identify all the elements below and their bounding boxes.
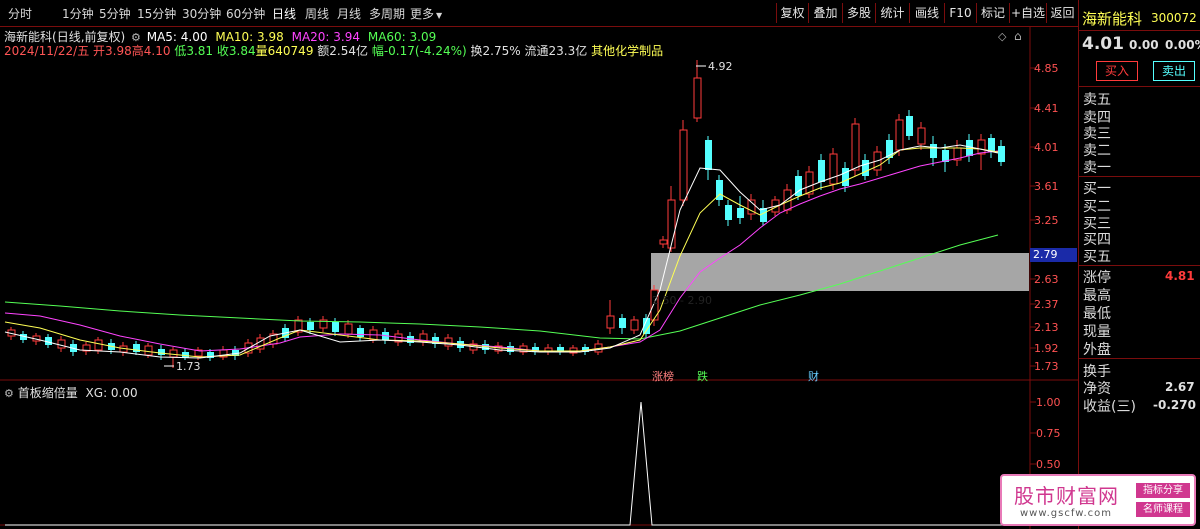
watermark-badge-course: 名师课程 — [1136, 502, 1190, 517]
price-tick: 1.73 — [1034, 360, 1059, 373]
watermark-logo: 股市财富网 www.gscfw.com 指标分享 名师课程 — [1000, 474, 1196, 526]
candle-body — [57, 339, 66, 349]
candle-body — [862, 160, 869, 176]
tag-fall[interactable]: 跌 — [697, 368, 708, 384]
candle-body — [307, 322, 314, 330]
net-asset-value: 2.67 — [1165, 380, 1195, 394]
candle-body — [169, 349, 178, 358]
candle-body — [842, 168, 849, 186]
indicator-tick: 1.00 — [1036, 396, 1061, 409]
zone-label: 2.50 - 2.90 — [652, 294, 712, 307]
candle-body — [705, 140, 712, 170]
candle-body — [917, 127, 926, 145]
price-tick: 1.92 — [1034, 342, 1059, 355]
buy-button[interactable]: 买入 — [1096, 61, 1138, 81]
ma10-line — [4, 147, 999, 358]
sell-button[interactable]: 卖出 — [1153, 61, 1195, 81]
price-zone-box — [651, 253, 1029, 291]
ma5-line — [4, 144, 999, 359]
candle-body — [998, 146, 1005, 162]
watermark-title: 股市财富网 — [1014, 484, 1119, 508]
kline-chart[interactable] — [0, 0, 1078, 529]
label-volume-now: 现量 — [1083, 324, 1111, 340]
price-tick: 3.25 — [1034, 214, 1059, 227]
indicator-tick: 0.50 — [1036, 458, 1061, 471]
candle-body — [818, 160, 825, 182]
candle-body — [630, 319, 639, 331]
bid-1: 买一 — [1083, 181, 1111, 197]
candle-body — [606, 315, 615, 329]
label-high: 最高 — [1083, 288, 1111, 304]
tag-finance[interactable]: 财 — [808, 368, 819, 384]
quote-percent: 0.00% — [1165, 38, 1200, 52]
candle-body — [725, 205, 732, 220]
ma20-line — [4, 150, 999, 352]
candle-body — [94, 339, 103, 351]
xg-signal-line — [5, 401, 1030, 526]
candle-body — [906, 116, 913, 136]
candle-body — [693, 77, 702, 119]
candle-body — [667, 199, 676, 249]
eps-value: -0.270 — [1153, 398, 1196, 412]
quote-stock-name: 海新能科 — [1082, 10, 1143, 28]
price-tick: 4.41 — [1034, 102, 1059, 115]
candle-body — [851, 123, 860, 171]
indicator-value: XG: 0.00 — [85, 386, 138, 400]
current-price-marker: 2.79 — [1030, 248, 1077, 262]
indicator-name[interactable]: 首板缩倍量 — [18, 386, 78, 400]
candle-body — [977, 139, 986, 155]
watermark-badge-share: 指标分享 — [1136, 483, 1190, 498]
candle-body — [144, 345, 153, 356]
price-tick: 4.85 — [1034, 62, 1059, 75]
price-tick: 2.63 — [1034, 273, 1059, 286]
candle-body — [619, 318, 626, 328]
label-eps: 收益(三) — [1083, 399, 1136, 415]
indicator-header: ⚙ 首板缩倍量 XG: 0.00 — [4, 384, 138, 401]
price-tick: 4.01 — [1034, 141, 1059, 154]
price-tick: 2.13 — [1034, 321, 1059, 334]
indicator-tick: 0.75 — [1036, 427, 1061, 440]
candlesticks — [7, 60, 1005, 368]
ask-5: 卖五 — [1083, 92, 1111, 108]
candle-body — [659, 239, 668, 245]
quote-panel: 海新能科 300072 4.01 0.00 0.00% 买入 卖出 卖五 卖四 … — [1078, 0, 1200, 529]
candle-body — [344, 323, 353, 335]
candle-body — [332, 322, 339, 332]
label-net-asset: 净资 — [1083, 381, 1111, 397]
candle-body — [737, 208, 744, 218]
candle-body — [158, 349, 165, 355]
quote-stock-code: 300072 — [1151, 11, 1197, 25]
indicator-settings-icon[interactable]: ⚙ — [4, 387, 14, 400]
tag-limit-list[interactable]: 涨榜 — [652, 368, 674, 384]
label-limit-up: 涨停 — [1083, 270, 1111, 286]
low-label: 1.73 — [176, 360, 201, 373]
ask-1: 卖一 — [1083, 160, 1111, 176]
limit-up-value: 4.81 — [1165, 269, 1195, 283]
label-outer: 外盘 — [1083, 342, 1111, 358]
candle-body — [829, 153, 838, 185]
peak-label: 4.92 — [708, 60, 733, 73]
candle-body — [357, 328, 364, 337]
candle-body — [895, 119, 904, 151]
price-tick: 3.61 — [1034, 180, 1059, 193]
label-low: 最低 — [1083, 306, 1111, 322]
candle-body — [679, 129, 688, 201]
watermark-url: www.gscfw.com — [1020, 508, 1112, 519]
candle-body — [988, 138, 995, 152]
bid-5: 买五 — [1083, 249, 1111, 265]
quote-change: 0.00 — [1129, 38, 1159, 52]
candle-body — [930, 144, 937, 158]
quote-price: 4.01 — [1082, 34, 1124, 54]
price-tick: 2.37 — [1034, 298, 1059, 311]
